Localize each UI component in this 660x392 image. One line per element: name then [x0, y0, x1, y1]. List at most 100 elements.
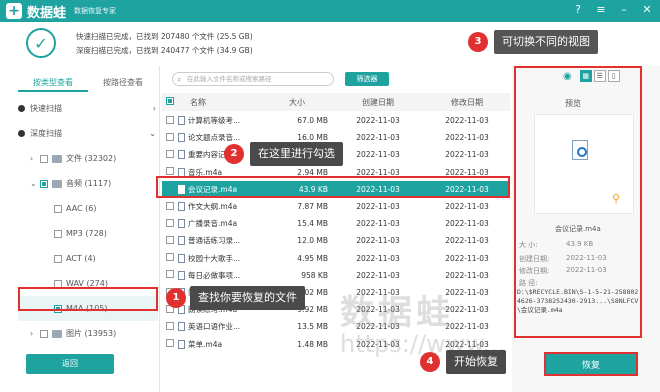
- radio-icon: [18, 105, 25, 112]
- row-checkbox[interactable]: [166, 115, 174, 124]
- callout-4: 开始恢复: [446, 350, 506, 374]
- zoom-icon[interactable]: ⚲: [612, 192, 620, 205]
- app-logo: + 数据蛙: [6, 2, 66, 21]
- col-size[interactable]: 大小: [266, 97, 328, 108]
- table-row[interactable]: 计算机等级考... 67.0 MB 2022-11-03 2022-11-03: [162, 112, 510, 129]
- watermark: 数据蛙: [340, 293, 454, 333]
- quick-scan-status: 快速扫描已完成，已找到 207480 个文件 (25.5 GB): [76, 32, 253, 41]
- table-row[interactable]: 作文大纲.m4a 7.87 MB 2022-11-03 2022-11-03: [162, 198, 510, 215]
- tree-files[interactable]: › 文件 (32302): [18, 146, 158, 171]
- eye-icon[interactable]: ◉: [563, 71, 572, 82]
- cell-modified: 2022-11-03: [445, 219, 489, 229]
- detail-view-icon[interactable]: ▯: [607, 70, 620, 82]
- back-button[interactable]: 返回: [26, 354, 114, 374]
- app-subtitle: 数据恢复专家: [74, 7, 117, 15]
- checkbox[interactable]: [40, 329, 48, 338]
- minimize-icon[interactable]: –: [617, 3, 631, 16]
- checkbox[interactable]: [54, 204, 62, 213]
- list-view-icon[interactable]: ☰: [593, 70, 606, 82]
- close-icon[interactable]: ✕: [640, 3, 654, 16]
- preview-filename: 会议记录.m4a: [555, 225, 601, 233]
- tree-images[interactable]: › 图片 (13953): [18, 321, 158, 346]
- tab-by-type[interactable]: 按类型查看: [18, 74, 88, 92]
- checkbox[interactable]: [40, 154, 48, 163]
- grid-view-icon[interactable]: ▦: [579, 70, 592, 82]
- row-checkbox[interactable]: [166, 167, 174, 176]
- tree-act[interactable]: ACT (4): [18, 246, 158, 271]
- callout-2: 在这里进行勾选: [250, 142, 343, 166]
- row-checkbox[interactable]: [166, 321, 174, 330]
- table-row[interactable]: 音乐.m4a 2.94 MB 2022-11-03 2022-11-03: [162, 164, 510, 181]
- cell-modified: 2022-11-03: [445, 150, 489, 160]
- table-row[interactable]: 会议记录.m4a 43.9 KB 2022-11-03 2022-11-03: [162, 180, 510, 198]
- cell-created: 2022-11-03: [356, 202, 400, 211]
- cell-name: 计算机等级考...: [188, 116, 241, 125]
- checkbox[interactable]: [54, 254, 62, 263]
- cell-name: 校园十大歌手...: [188, 253, 241, 263]
- cell-created: 2022-11-03: [356, 184, 400, 194]
- menu-icon[interactable]: ≡: [594, 3, 608, 16]
- filter-button[interactable]: 筛选器: [345, 72, 389, 86]
- file-icon: [178, 167, 185, 177]
- cell-created: 2022-11-03: [356, 167, 400, 177]
- row-checkbox[interactable]: [166, 253, 174, 262]
- tree-audio[interactable]: ⌄ 音频 (1117): [18, 171, 158, 196]
- cell-modified: 2022-11-03: [445, 116, 489, 125]
- checkbox[interactable]: [54, 279, 62, 288]
- tree-wav[interactable]: WAV (274): [18, 271, 158, 296]
- preview-path: D:\$RECYCLE.BIN\S-1-5-21-2588024626-3738…: [517, 288, 639, 314]
- row-checkbox[interactable]: [166, 149, 174, 158]
- cell-size: 12.0 MB: [297, 236, 328, 246]
- tree-m4a[interactable]: M4A (105): [18, 296, 158, 321]
- preview-size-key: 大 小:: [519, 241, 538, 249]
- col-modified[interactable]: 修改日期: [412, 97, 508, 108]
- tree-mp3[interactable]: MP3 (728): [18, 221, 158, 246]
- tab-by-path[interactable]: 按路径查看: [88, 74, 158, 92]
- row-checkbox[interactable]: [166, 201, 174, 210]
- tree-aac[interactable]: AAC (6): [18, 196, 158, 221]
- cell-modified: 2022-11-03: [445, 270, 489, 280]
- audio-file-icon: [572, 140, 588, 160]
- cell-created: 2022-11-03: [356, 236, 400, 246]
- col-name[interactable]: 名称: [178, 97, 266, 108]
- tree-quick-scan[interactable]: 快速扫描 ›: [18, 96, 158, 121]
- view-switcher: ◉ ▦ ☰ ▯: [563, 70, 620, 82]
- search-input[interactable]: ⌕ 在此输入文件名称或搜索路径: [172, 72, 334, 86]
- table-row[interactable]: 普通话练习录... 12.0 MB 2022-11-03 2022-11-03: [162, 232, 510, 249]
- cell-name: 会议记录.m4a: [188, 184, 238, 194]
- table-row[interactable]: 广播录音.m4a 15.4 MB 2022-11-03 2022-11-03: [162, 215, 510, 232]
- row-checkbox[interactable]: [166, 218, 174, 227]
- cell-created: 2022-11-03: [356, 270, 400, 280]
- table-header: 名称 大小 创建日期 修改日期: [162, 93, 510, 111]
- table-row[interactable]: 每日必做事项... 958 KB 2022-11-03 2022-11-03: [162, 267, 510, 284]
- preview-path-key: 路 径:: [519, 279, 538, 287]
- cell-size: 4.95 MB: [297, 253, 328, 263]
- image-icon: [52, 329, 62, 338]
- select-all-checkbox[interactable]: [166, 97, 174, 105]
- checkbox[interactable]: [40, 179, 48, 188]
- scan-complete-icon: ✓: [26, 28, 56, 58]
- cell-size: 7.87 MB: [297, 202, 328, 211]
- search-icon: ⌕: [177, 75, 182, 84]
- file-icon: [178, 322, 185, 332]
- recover-button[interactable]: 恢复: [544, 352, 638, 376]
- row-checkbox[interactable]: [166, 184, 174, 193]
- cell-modified: 2022-11-03: [445, 253, 489, 263]
- cell-size: 67.0 MB: [297, 116, 328, 125]
- row-checkbox[interactable]: [166, 132, 174, 141]
- checkbox[interactable]: [54, 304, 62, 313]
- callout-1: 查找你要恢复的文件: [190, 286, 305, 310]
- cell-size: 15.4 MB: [297, 219, 328, 229]
- row-checkbox[interactable]: [166, 270, 174, 279]
- col-created[interactable]: 创建日期: [328, 97, 412, 108]
- help-icon[interactable]: ?: [571, 3, 585, 16]
- step-2-badge: 2: [224, 144, 244, 164]
- checkbox[interactable]: [54, 229, 62, 238]
- step-1-badge: 1: [166, 288, 186, 308]
- tree-deep-scan[interactable]: 深度扫描 ⌄: [18, 121, 158, 146]
- cell-created: 2022-11-03: [356, 253, 400, 263]
- cell-size: 13.5 MB: [297, 322, 328, 332]
- table-row[interactable]: 校园十大歌手... 4.95 MB 2022-11-03 2022-11-03: [162, 250, 510, 267]
- row-checkbox[interactable]: [166, 235, 174, 244]
- row-checkbox[interactable]: [166, 339, 174, 348]
